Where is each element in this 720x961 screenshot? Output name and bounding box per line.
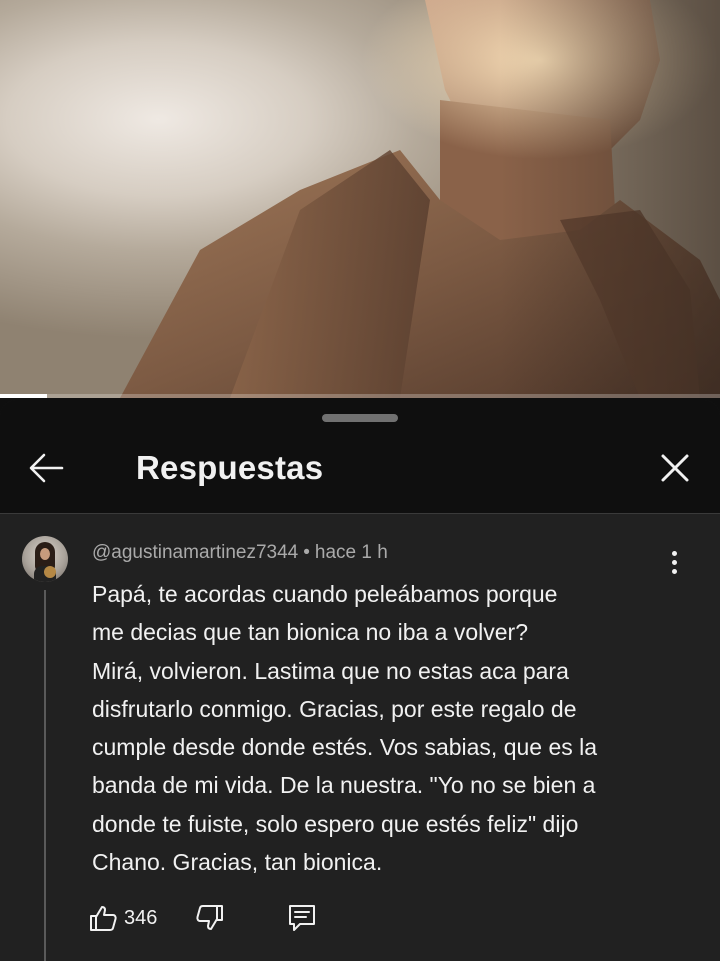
comment-line: Chano. Gracias, tan bionica. [92,849,383,876]
comment-author[interactable]: @agustinamartinez7344 [92,542,298,563]
back-button[interactable] [20,446,72,490]
replies-panel: Respuestas @agustinamartinez7344 • hace 1 … [0,400,720,961]
close-button[interactable] [652,446,698,490]
panel-header: Respuestas [0,400,720,514]
thumbs-down-icon [196,905,223,930]
like-count: 346 [124,906,158,929]
comment-actions: 346 [88,900,368,936]
comment-line: banda de mi vida. De la nuestra. "Yo no … [92,772,596,799]
dislike-button[interactable] [192,900,228,936]
reply-button[interactable] [284,900,320,936]
comment-line: me decias que tan bionica no iba a volve… [92,619,529,646]
drag-handle[interactable] [322,414,398,422]
video-progress-bar[interactable] [0,394,720,398]
video-progress-fill [0,394,47,398]
thread-line [44,590,46,961]
comment-item: @agustinamartinez7344 • hace 1 h Papá, te … [0,514,720,961]
close-icon [661,454,689,482]
meta-separator: • [303,542,310,563]
comment-line: Mirá, volvieron. Lastima que no estas ac… [92,657,569,684]
comment-line: Papá, te acordas cuando peleábamos porqu… [92,581,558,607]
comment-line: cumple desde donde estés. Vos sabias, qu… [92,734,598,761]
comment-line: donde te fuiste, solo espero que estés f… [92,810,579,837]
shadow-overlay [500,0,720,398]
comment-time: hace 1 h [314,542,388,563]
arrow-back-icon [29,453,64,483]
comment-icon [289,905,315,931]
thumbs-up-icon [90,906,117,931]
like-button[interactable]: 346 [88,900,157,936]
comment-text: Papá, te acordas cuando peleábamos porqu… [92,575,672,881]
comment-line: disfrutarlo conmigo. Gracias, por este r… [92,695,577,722]
video-player[interactable] [0,0,720,398]
comment-meta: @agustinamartinez7344 • hace 1 h [92,542,388,564]
avatar[interactable] [22,536,68,582]
more-vert-icon [671,550,677,556]
panel-title: Respuestas [136,449,324,486]
